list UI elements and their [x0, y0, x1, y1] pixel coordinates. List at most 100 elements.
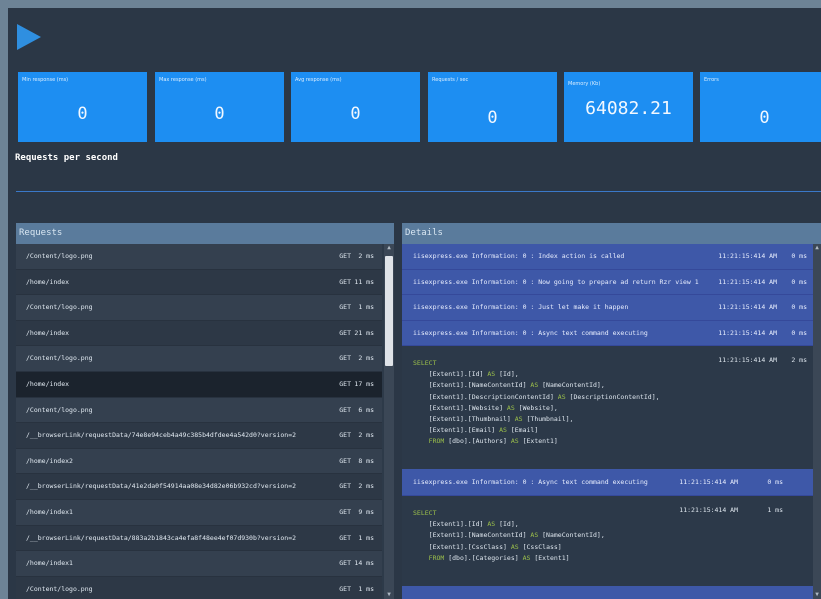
request-duration: 11 ms — [354, 277, 374, 286]
sql-code: SELECT [Extent1].[Id] AS [Id], [Extent1]… — [413, 508, 605, 564]
request-path: /Content/logo.png — [26, 252, 93, 260]
sql-line: FROM [dbo].[Authors] AS [Extent1] — [428, 437, 558, 446]
stat-card-errors: Errors 0 — [700, 72, 821, 142]
sql-line: [Extent1].[CssClass] AS [CssClass] — [413, 542, 562, 551]
sql-line: [Extent1].[Id] AS [Id], — [413, 370, 519, 379]
request-row[interactable]: /Content/logo.png GET 1 ms — [16, 576, 382, 599]
request-duration: 1 ms — [358, 584, 374, 593]
log-entry[interactable]: iisexpress.exe Information: 0 : Index ac… — [402, 244, 813, 270]
log-duration: 0 ms — [791, 277, 807, 286]
request-row[interactable]: /Content/logo.png GET 1 ms — [16, 295, 382, 321]
request-path: /Content/logo.png — [26, 354, 93, 363]
request-path: /__browserLink/requestData/883a2b1843ca4… — [26, 533, 297, 542]
requests-per-second-chart — [16, 179, 821, 192]
request-row[interactable]: /Content/logo.png GET 6 ms — [16, 397, 382, 424]
log-time: 11:21:15:414 AM — [718, 252, 777, 260]
log-entry-partial[interactable] — [402, 586, 813, 599]
request-row[interactable]: /__browserLink/requestData/883a2b1843ca4… — [16, 525, 382, 552]
stat-card-min-response: Min response (ms) 0 — [18, 72, 147, 142]
sql-duration: 1 ms — [767, 506, 783, 514]
sql-query-block: 11:21:15:414 AM 1 ms SELECT [Extent1].[I… — [402, 496, 813, 586]
log-message: iisexpress.exe Information: 0 : Index ac… — [413, 252, 625, 260]
request-path: /home/index1 — [26, 559, 73, 568]
details-panel: Details iisexpress.exe Information: 0 : … — [402, 223, 821, 599]
stat-value: 0 — [487, 108, 498, 128]
request-method: GET — [339, 405, 351, 414]
sql-line: FROM [dbo].[Categories] AS [Extent1] — [428, 553, 570, 562]
log-message: iisexpress.exe Information: 0 : Just let… — [413, 303, 629, 311]
request-path: /Content/logo.png — [26, 405, 93, 414]
request-row[interactable]: /__browserLink/requestData/41e2da0f54914… — [16, 474, 382, 500]
request-method: GET — [339, 379, 351, 388]
request-row[interactable]: /home/index1 GET 14 ms — [16, 551, 382, 577]
sql-query-block: 11:21:15:414 AM 2 ms SELECT [Extent1].[I… — [402, 346, 813, 469]
stat-card-requests-per-sec: Requests / sec 0 — [428, 72, 557, 142]
log-message: iisexpress.exe Information: 0 : Async te… — [413, 478, 648, 486]
request-method: GET — [339, 482, 351, 491]
log-entry[interactable]: iisexpress.exe Information: 0 : Async te… — [402, 320, 813, 346]
request-row[interactable]: /Content/logo.png GET 2 ms — [16, 346, 382, 372]
stat-value: 0 — [214, 104, 225, 124]
request-method: GET — [339, 277, 351, 286]
request-duration: 21 ms — [354, 328, 374, 337]
scroll-down-icon[interactable]: ▼ — [384, 591, 394, 599]
request-path: /home/index2 — [26, 456, 73, 465]
sql-line: [Extent1].[Id] AS [Id], — [413, 520, 519, 529]
stat-value: 0 — [77, 104, 88, 124]
sql-line: [Extent1].[NameContentId] AS [NameConten… — [413, 531, 605, 540]
request-duration: 8 ms — [358, 456, 374, 465]
requests-per-second-title: Requests per second — [15, 153, 118, 163]
requests-list: /Content/logo.png GET 2 ms /home/index GET 1… — [16, 244, 382, 599]
sql-line: [Extent1].[Thumbnail] AS [Thumbnail], — [413, 415, 574, 424]
requests-scrollbar-thumb[interactable] — [385, 256, 393, 366]
request-method: GET — [339, 252, 351, 260]
log-time: 11:21:15:414 AM — [679, 478, 738, 486]
request-duration: 14 ms — [354, 559, 374, 568]
request-path: /home/index — [26, 277, 70, 286]
log-duration: 0 ms — [791, 303, 807, 311]
request-row[interactable]: /home/index1 GET 9 ms — [16, 499, 382, 526]
log-message: iisexpress.exe Information: 0 : Async te… — [413, 328, 648, 337]
stat-value: 64082.21 — [585, 98, 672, 119]
log-entry[interactable]: iisexpress.exe Information: 0 : Async te… — [402, 469, 813, 496]
stat-label: Errors — [704, 77, 719, 83]
log-entry[interactable]: iisexpress.exe Information: 0 : Just let… — [402, 295, 813, 321]
scroll-down-icon[interactable]: ▼ — [813, 591, 821, 599]
log-entry[interactable]: iisexpress.exe Information: 0 : Now goin… — [402, 269, 813, 295]
scroll-up-icon[interactable]: ▲ — [813, 244, 821, 252]
play-logo-icon — [17, 24, 41, 50]
request-row-selected[interactable]: /home/index GET 17 ms — [16, 371, 382, 398]
details-list: iisexpress.exe Information: 0 : Index ac… — [402, 244, 813, 599]
request-row[interactable]: /home/index GET 11 ms — [16, 269, 382, 296]
request-path: /Content/logo.png — [26, 584, 93, 593]
sql-line: [Extent1].[NameContentId] AS [NameConten… — [413, 381, 605, 390]
request-row[interactable]: /home/index2 GET 8 ms — [16, 448, 382, 475]
request-duration: 1 ms — [358, 303, 374, 312]
request-path: /home/index — [26, 379, 70, 388]
request-row[interactable]: /home/index GET 21 ms — [16, 320, 382, 347]
sql-code: SELECT [Extent1].[Id] AS [Id], [Extent1]… — [413, 358, 660, 448]
request-duration: 2 ms — [358, 354, 374, 363]
request-duration: 17 ms — [354, 379, 374, 388]
stat-label: Avg response (ms) — [295, 77, 342, 83]
request-duration: 9 ms — [358, 507, 374, 516]
requests-scrollbar[interactable]: ▲ ▼ — [384, 244, 394, 599]
request-row[interactable]: /Content/logo.png GET 2 ms — [16, 244, 382, 270]
details-panel-title: Details — [402, 223, 821, 244]
request-path: /__browserLink/requestData/41e2da0f54914… — [26, 482, 297, 491]
request-method: GET — [339, 354, 351, 363]
stat-label: Memory (Kb) — [568, 81, 601, 87]
request-row[interactable]: /__browserLink/requestData/74e8e94ceb4a4… — [16, 423, 382, 449]
request-method: GET — [339, 431, 351, 440]
request-method: GET — [339, 559, 351, 568]
log-duration: 0 ms — [791, 328, 807, 337]
request-method: GET — [339, 507, 351, 516]
sql-time: 11:21:15:414 AM — [679, 506, 738, 514]
request-method: GET — [339, 303, 351, 312]
request-duration: 2 ms — [358, 252, 374, 260]
stat-value: 0 — [759, 108, 770, 128]
request-method: GET — [339, 456, 351, 465]
request-duration: 2 ms — [358, 482, 374, 491]
details-scrollbar[interactable]: ▲ ▼ — [813, 244, 821, 599]
scroll-up-icon[interactable]: ▲ — [384, 244, 394, 252]
